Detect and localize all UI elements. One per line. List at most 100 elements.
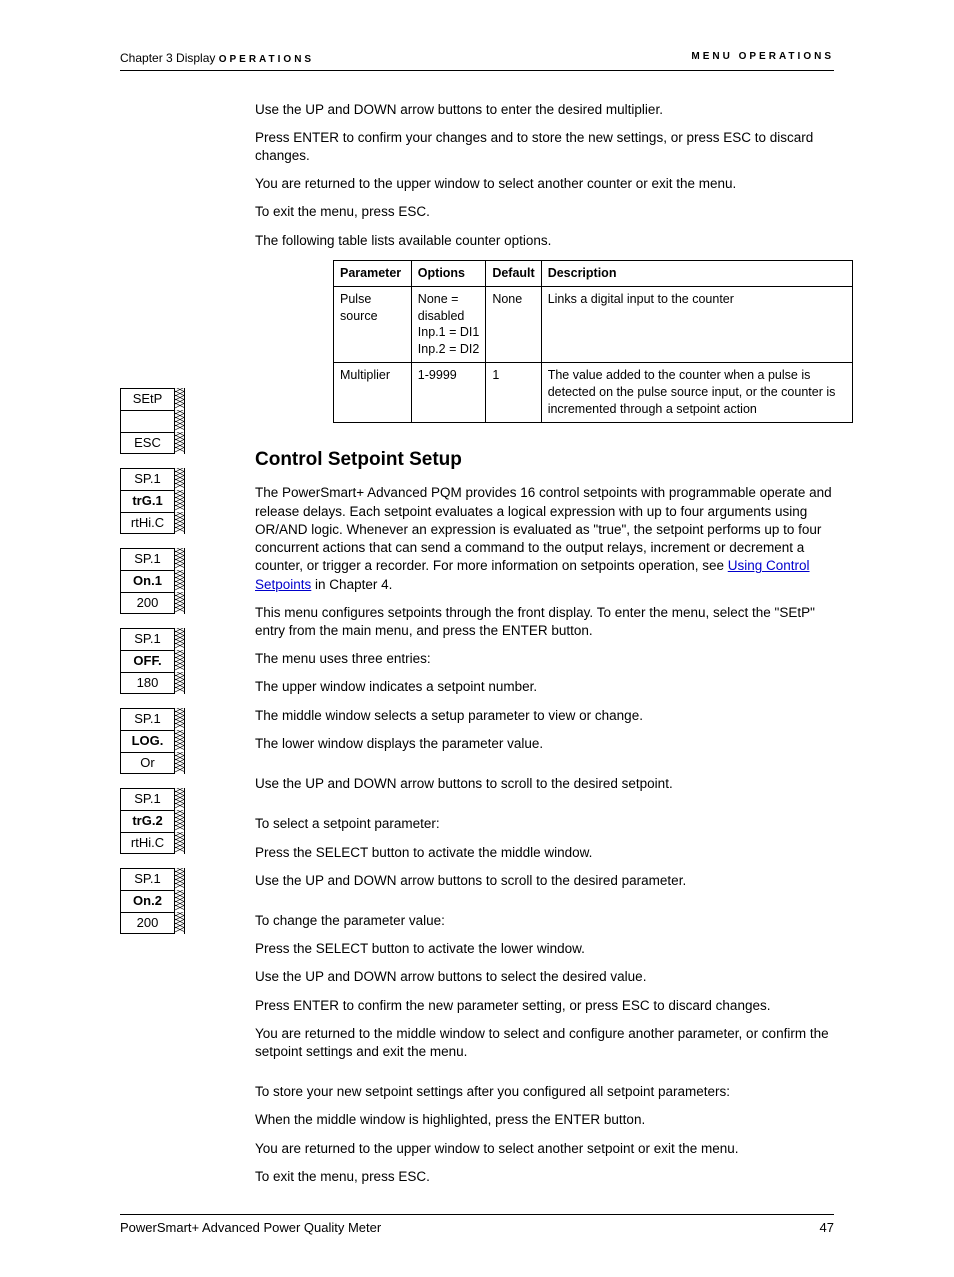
display-row: LOG. [120,730,185,752]
display-value: rtHi.C [120,512,175,534]
paragraph: The middle window selects a setup parame… [255,707,834,725]
display-group: SP.1On.2200 [120,868,185,934]
display-value: On.2 [120,890,175,912]
display-row [120,410,185,432]
paragraph: To change the parameter value: [255,912,834,930]
display-row: SP.1 [120,788,185,810]
paragraph: Press ENTER to confirm the new parameter… [255,997,834,1015]
paragraph: You are returned to the upper window to … [255,1140,834,1158]
display-value: SP.1 [120,868,175,890]
section-heading: Control Setpoint Setup [255,447,834,473]
table-header: Description [541,260,852,286]
arrow-hatch-icon [175,468,185,490]
paragraph: Use the UP and DOWN arrow buttons to ent… [255,101,834,119]
display-row: 200 [120,592,185,614]
display-row: OFF. [120,650,185,672]
display-row: On.1 [120,570,185,592]
table-cell: Pulse source [334,286,412,363]
page-header: Chapter 3 Display OPERATIONS MENU OPERAT… [120,50,834,71]
arrow-hatch-icon [175,730,185,752]
display-value [120,410,175,432]
display-row: SP.1 [120,468,185,490]
arrow-hatch-icon [175,570,185,592]
paragraph: Use the UP and DOWN arrow buttons to scr… [255,775,834,793]
paragraph: This menu configures setpoints through t… [255,604,834,640]
table-cell: Links a digital input to the counter [541,286,852,363]
display-group: SEtP ESC [120,388,185,454]
paragraph: To exit the menu, press ESC. [255,1168,834,1186]
paragraph: Press ENTER to confirm your changes and … [255,129,834,165]
table-cell: The value added to the counter when a pu… [541,363,852,423]
arrow-hatch-icon [175,490,185,512]
display-value: SEtP [120,388,175,410]
display-row: 200 [120,912,185,934]
paragraph: Use the UP and DOWN arrow buttons to sel… [255,968,834,986]
header-right: MENU OPERATIONS [691,50,834,67]
display-group: SP.1trG.1rtHi.C [120,468,185,534]
page-footer: PowerSmart+ Advanced Power Quality Meter… [120,1214,834,1237]
display-row: trG.1 [120,490,185,512]
paragraph: Press the SELECT button to activate the … [255,940,834,958]
paragraph: When the middle window is highlighted, p… [255,1111,834,1129]
table-row: Multiplier1-99991The value added to the … [334,363,853,423]
paragraph: The lower window displays the parameter … [255,735,834,753]
display-group: SP.1On.1200 [120,548,185,614]
paragraph: The menu uses three entries: [255,650,834,668]
paragraph: Use the UP and DOWN arrow buttons to scr… [255,872,834,890]
paragraph: To exit the menu, press ESC. [255,203,834,221]
display-group: SP.1OFF.180 [120,628,185,694]
arrow-hatch-icon [175,650,185,672]
display-row: trG.2 [120,810,185,832]
display-row: ESC [120,432,185,454]
section-intro-paragraph: The PowerSmart+ Advanced PQM provides 16… [255,484,834,593]
paragraph: To store your new setpoint settings afte… [255,1083,834,1101]
table-header: Parameter [334,260,412,286]
display-row: Or [120,752,185,774]
display-value: 200 [120,592,175,614]
page-number: 47 [820,1219,834,1237]
display-row: SP.1 [120,868,185,890]
arrow-hatch-icon [175,788,185,810]
display-group: SP.1trG.2rtHi.C [120,788,185,854]
display-value: SP.1 [120,628,175,650]
arrow-hatch-icon [175,628,185,650]
display-value: Or [120,752,175,774]
display-value: 180 [120,672,175,694]
options-table: ParameterOptionsDefaultDescription Pulse… [333,260,853,423]
display-row: rtHi.C [120,832,185,854]
table-header: Default [486,260,541,286]
header-left: Chapter 3 Display OPERATIONS [120,50,314,67]
display-value: 200 [120,912,175,934]
display-row: SEtP [120,388,185,410]
arrow-hatch-icon [175,890,185,912]
display-value: trG.2 [120,810,175,832]
arrow-hatch-icon [175,832,185,854]
paragraph: The following table lists available coun… [255,232,834,250]
display-group: SP.1LOG.Or [120,708,185,774]
arrow-hatch-icon [175,512,185,534]
display-value: trG.1 [120,490,175,512]
table-cell: None = disabled Inp.1 = DI1 Inp.2 = DI2 [411,286,486,363]
display-value: SP.1 [120,788,175,810]
arrow-hatch-icon [175,912,185,934]
paragraph: To select a setpoint parameter: [255,815,834,833]
display-row: 180 [120,672,185,694]
display-value: LOG. [120,730,175,752]
arrow-hatch-icon [175,752,185,774]
display-row: SP.1 [120,628,185,650]
arrow-hatch-icon [175,432,185,454]
display-row: rtHi.C [120,512,185,534]
paragraph: You are returned to the upper window to … [255,175,834,193]
paragraph: Press the SELECT button to activate the … [255,844,834,862]
arrow-hatch-icon [175,410,185,432]
main-content: Use the UP and DOWN arrow buttons to ent… [255,101,834,1187]
display-value: ESC [120,432,175,454]
arrow-hatch-icon [175,868,185,890]
display-value: SP.1 [120,708,175,730]
arrow-hatch-icon [175,548,185,570]
arrow-hatch-icon [175,592,185,614]
arrow-hatch-icon [175,810,185,832]
table-row: Pulse sourceNone = disabled Inp.1 = DI1 … [334,286,853,363]
display-row: SP.1 [120,548,185,570]
display-value: SP.1 [120,468,175,490]
